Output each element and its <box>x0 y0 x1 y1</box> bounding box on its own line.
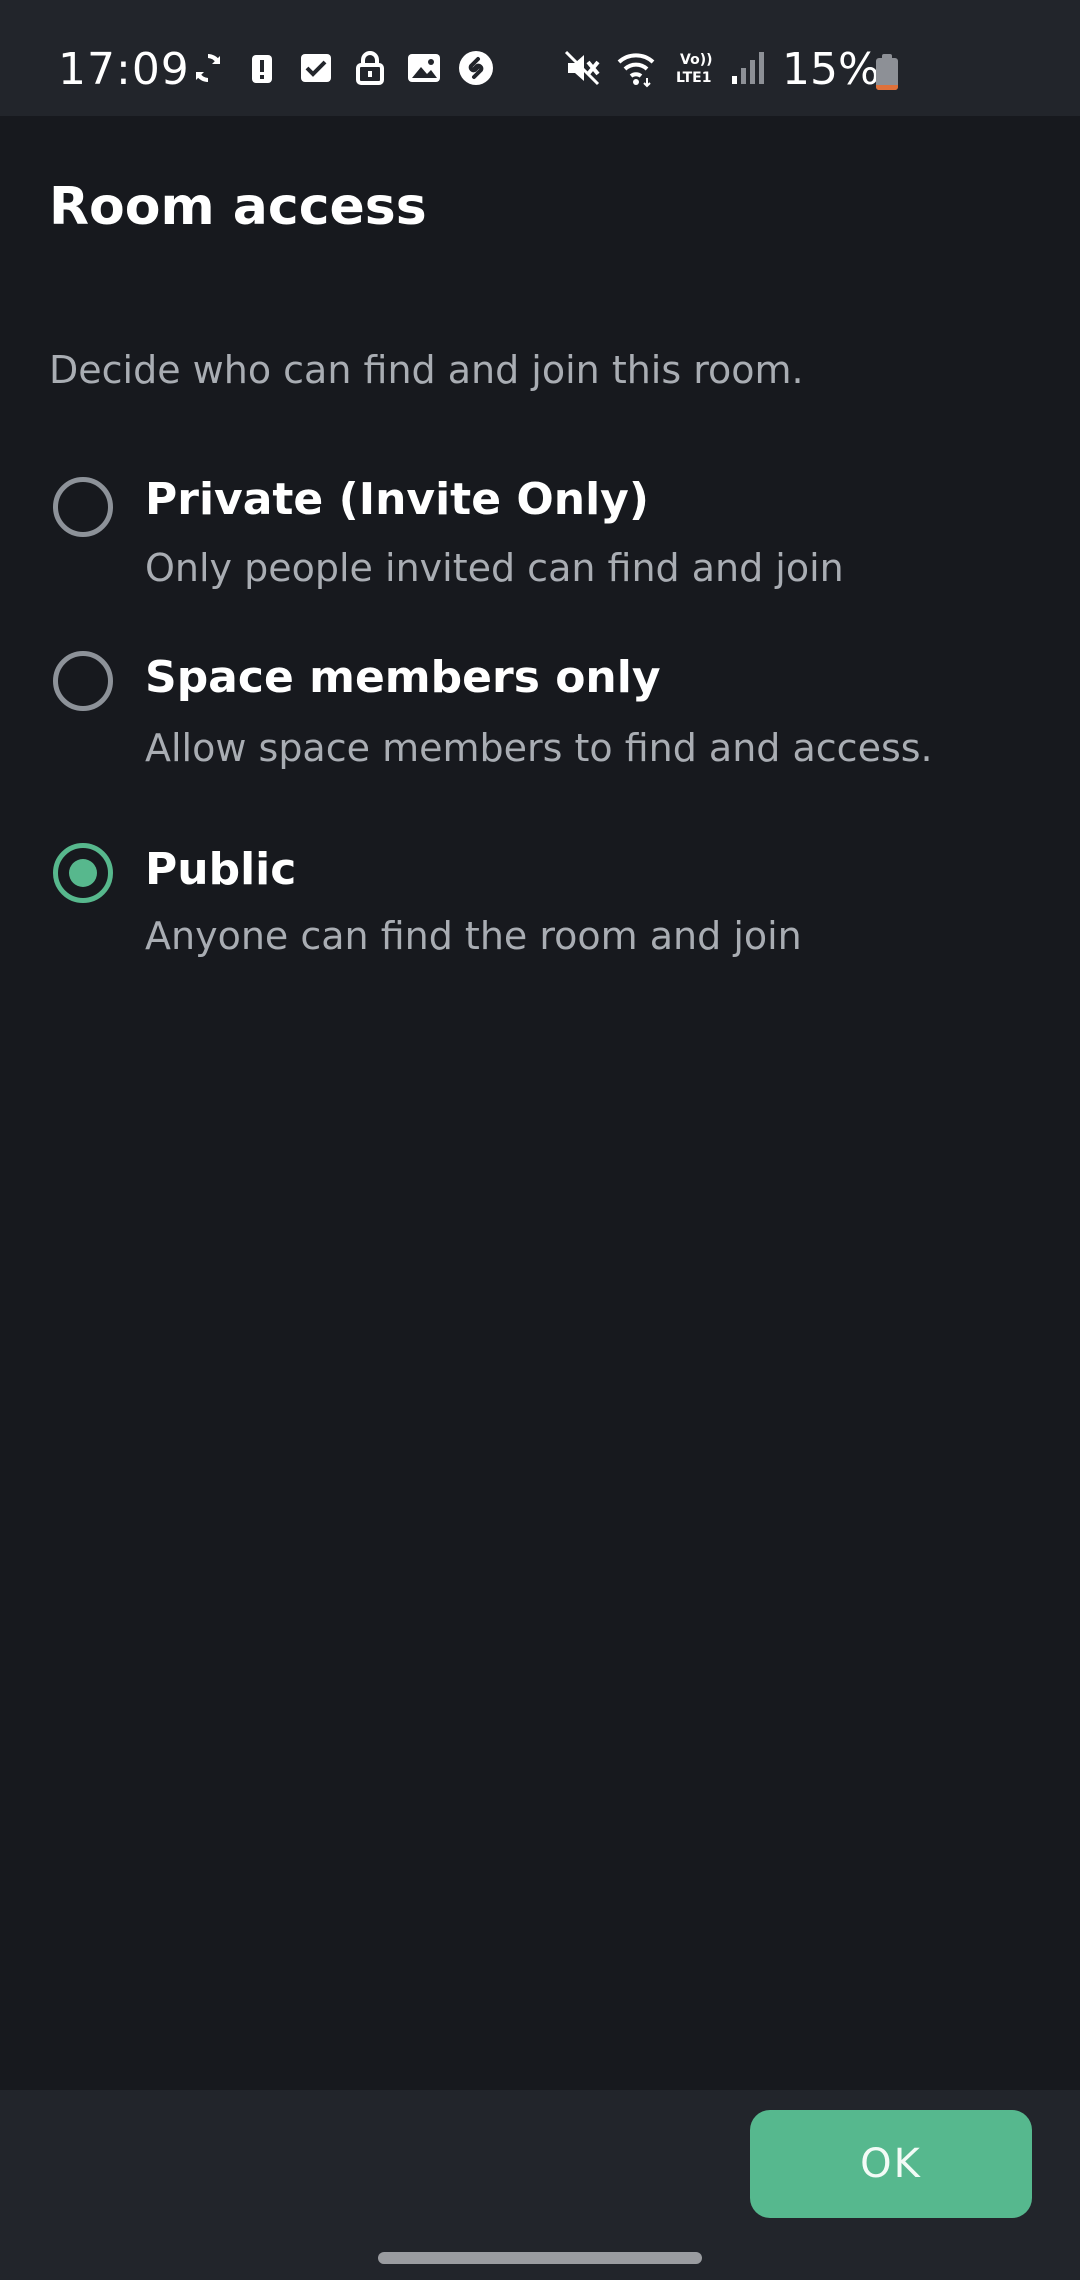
option-label-public: Public <box>145 844 297 895</box>
screen: 17:09 Vo)) LTE1 15% Room access Decide w… <box>0 0 1080 2280</box>
lock-icon <box>350 48 390 88</box>
radio-public[interactable] <box>53 843 113 903</box>
option-private[interactable]: Private (Invite Only) Only people invite… <box>0 470 1080 640</box>
volte-icon: Vo)) LTE1 <box>674 48 722 88</box>
dialog-description: Decide who can find and join this room. <box>49 348 804 392</box>
bottom-bar: OK <box>0 2090 1080 2280</box>
alert-icon <box>242 48 282 88</box>
ok-button[interactable]: OK <box>750 2110 1032 2218</box>
shazam-icon <box>456 48 496 88</box>
option-space-members[interactable]: Space members only Allow space members t… <box>0 648 1080 818</box>
radio-private[interactable] <box>53 477 113 537</box>
dialog-title: Room access <box>49 177 427 237</box>
option-subtitle-private: Only people invited can find and join <box>145 546 844 590</box>
option-subtitle-space-members: Allow space members to find and access. <box>145 726 933 770</box>
battery-icon <box>876 54 898 90</box>
wifi-icon <box>616 48 656 88</box>
option-label-space-members: Space members only <box>145 652 661 703</box>
option-public[interactable]: Public Anyone can find the room and join <box>0 840 1080 1010</box>
status-bar: 17:09 Vo)) LTE1 15% <box>0 0 1080 116</box>
option-subtitle-public: Anyone can find the room and join <box>145 914 802 958</box>
navigation-handle[interactable] <box>378 2252 702 2264</box>
option-label-private: Private (Invite Only) <box>145 474 649 525</box>
battery-percent: 15% <box>782 44 880 95</box>
status-time: 17:09 <box>58 44 190 95</box>
image-icon <box>404 48 444 88</box>
svg-text:Vo)): Vo)) <box>680 52 712 68</box>
checkbox-icon <box>296 48 336 88</box>
signal-icon <box>728 48 768 88</box>
svg-text:LTE1: LTE1 <box>676 70 711 86</box>
mute-icon <box>562 48 602 88</box>
radio-space-members[interactable] <box>53 651 113 711</box>
sync-icon <box>188 48 228 88</box>
